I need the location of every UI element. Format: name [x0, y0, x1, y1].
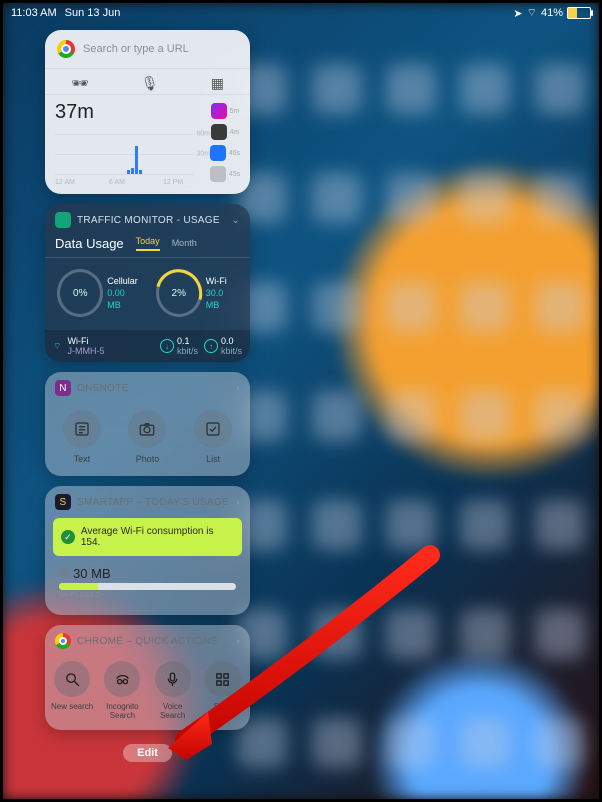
- data-usage-heading: Data Usage: [55, 236, 124, 251]
- tab-today[interactable]: Today: [136, 236, 160, 251]
- widget-title: ONENOTE: [77, 383, 129, 394]
- qa-scan[interactable]: Scan: [200, 661, 246, 720]
- battery-icon: [567, 7, 591, 19]
- check-icon: ✓: [61, 530, 75, 544]
- qa-voice[interactable]: Voice Search: [150, 661, 196, 720]
- widget-title: SMARTAPP – TODAY'S USAGE: [77, 497, 229, 508]
- screentime-chart: 60m 30m 12 AM 6 AM 12 PM: [55, 128, 210, 186]
- qa-new-search[interactable]: New search: [49, 661, 95, 720]
- search-placeholder: Search or type a URL: [83, 43, 189, 55]
- edit-button[interactable]: Edit: [123, 744, 172, 762]
- wifi-icon: ⌔: [527, 6, 537, 20]
- smartapp-usage: ⇅30 MB WI-FI USED: [53, 562, 242, 605]
- up-arrow-icon: ↑: [204, 339, 218, 353]
- chevron-right-icon[interactable]: ›: [236, 497, 240, 508]
- smartapp-banner: ✓ Average Wi-Fi consumption is 154.: [53, 518, 242, 556]
- smartapp-widget[interactable]: S SMARTAPP – TODAY'S USAGE › ✓ Average W…: [45, 486, 250, 615]
- chrome-search-widget[interactable]: Search or type a URL 🕶 🎙 ▦ 37m 60m 30m 1…: [45, 30, 250, 194]
- battery-pct: 41%: [541, 7, 563, 19]
- widget-header: TRAFFIC MONITOR - USAGE ⌄: [45, 204, 250, 234]
- onenote-widget[interactable]: N ONENOTE › Text Photo List: [45, 372, 250, 476]
- search-icon: [54, 661, 90, 697]
- status-bar: 11:03 AM Sun 13 Jun ➤ ⌔ 41%: [3, 3, 599, 23]
- text-icon: [63, 410, 101, 448]
- wifi-gauge: 2% Wi-Fi30.0 MB: [156, 266, 238, 320]
- chrome-shortcut-row: 🕶 🎙 ▦: [45, 69, 250, 94]
- status-time: 11:03 AM: [11, 7, 57, 19]
- mic-icon: [155, 661, 191, 697]
- traffic-app-icon: [55, 212, 71, 228]
- chrome-quick-actions-widget[interactable]: CHROME – QUICK ACTIONS › New search Inco…: [45, 625, 250, 730]
- traffic-footer: ⌔ Wi-FiJ-MMH-5 ↓0.1kbit/s ↑0.0kbit/s: [45, 330, 250, 362]
- widget-title: TRAFFIC MONITOR - USAGE: [77, 215, 220, 226]
- wifi-small-icon: ⌔: [53, 341, 61, 352]
- incognito-icon[interactable]: 🕶: [71, 75, 89, 92]
- chrome-icon: [57, 40, 75, 58]
- smartapp-app-icon: S: [55, 494, 71, 510]
- tab-month[interactable]: Month: [172, 238, 197, 251]
- incognito-icon: [104, 661, 140, 697]
- traffic-monitor-widget[interactable]: TRAFFIC MONITOR - USAGE ⌄ Data Usage Tod…: [45, 204, 250, 362]
- cellular-gauge: 0% Cellular0.00 MB: [57, 266, 139, 320]
- location-icon: ➤: [513, 7, 522, 20]
- screentime-widget[interactable]: 37m 60m 30m 12 AM 6 AM 12 PM 5m4m46s45s: [45, 94, 250, 194]
- chrome-icon: [55, 633, 71, 649]
- onenote-text-button[interactable]: Text: [63, 410, 101, 464]
- chevron-down-icon[interactable]: ⌄: [231, 215, 240, 226]
- screentime-value: 37m: [55, 101, 210, 124]
- today-view-stack[interactable]: Search or type a URL 🕶 🎙 ▦ 37m 60m 30m 1…: [45, 30, 250, 762]
- chevron-right-icon[interactable]: ›: [236, 383, 240, 394]
- qa-incognito[interactable]: Incognito Search: [99, 661, 145, 720]
- mic-icon[interactable]: 🎙: [141, 75, 159, 92]
- onenote-photo-button[interactable]: Photo: [128, 410, 166, 464]
- chevron-right-icon[interactable]: ›: [236, 636, 240, 647]
- chrome-search-bar[interactable]: Search or type a URL: [45, 30, 250, 69]
- onenote-app-icon: N: [55, 380, 71, 396]
- status-date: Sun 13 Jun: [65, 7, 121, 19]
- camera-icon: [128, 410, 166, 448]
- down-arrow-icon: ↓: [160, 339, 174, 353]
- swap-icon: ⇅: [59, 567, 69, 581]
- qr-scan-icon: [205, 661, 241, 697]
- checkbox-icon: [194, 410, 232, 448]
- onenote-list-button[interactable]: List: [194, 410, 232, 464]
- qr-icon[interactable]: ▦: [211, 75, 224, 92]
- widget-title: CHROME – QUICK ACTIONS: [77, 636, 218, 647]
